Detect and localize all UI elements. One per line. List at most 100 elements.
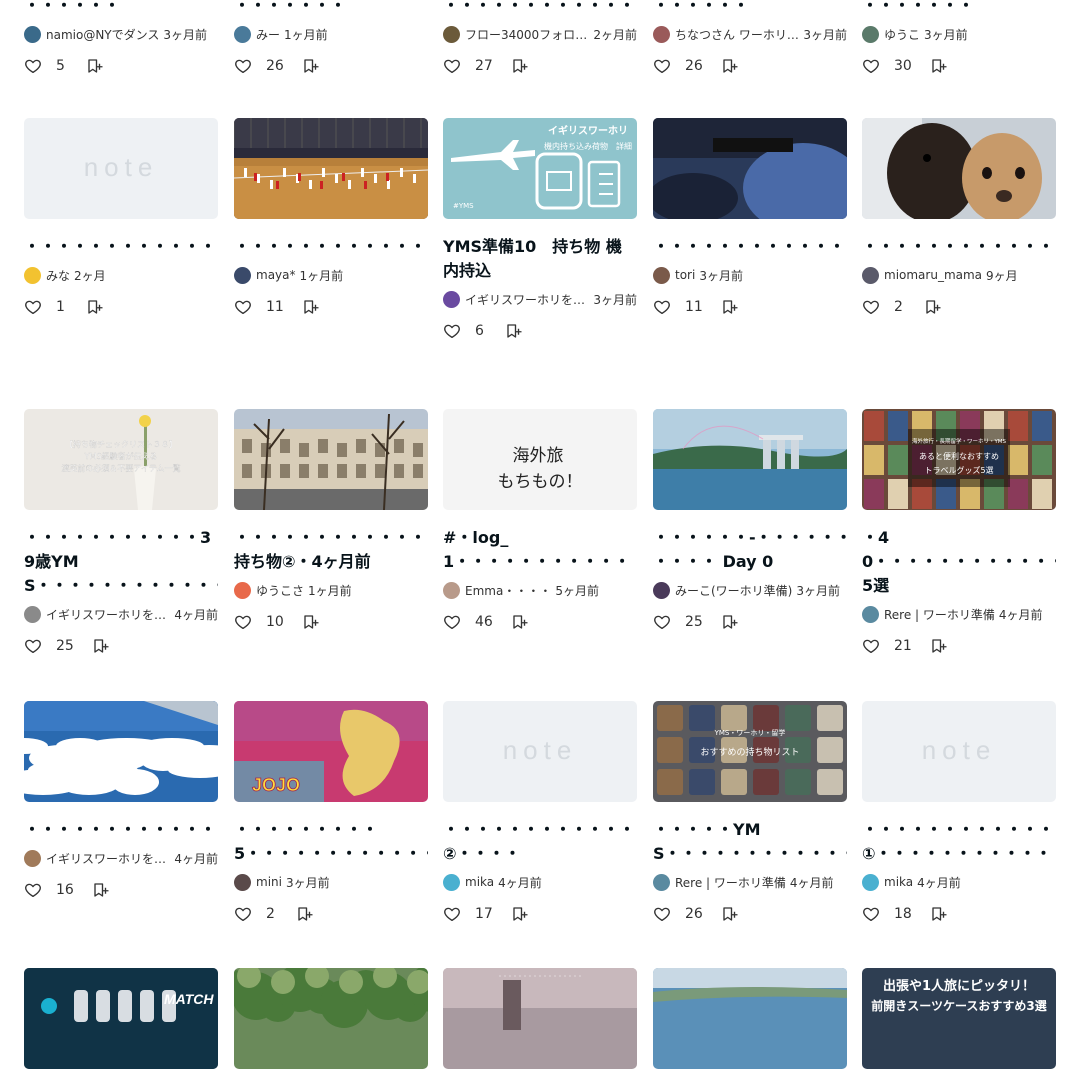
author-avatar[interactable] [653, 581, 670, 599]
article-card[interactable] [653, 968, 847, 1069]
like-heart-icon[interactable] [234, 298, 252, 316]
article-author[interactable]: ゆうこ 3ヶ月前 [862, 24, 1056, 44]
author-name[interactable]: miomaru_mama [884, 268, 982, 282]
article-author[interactable]: フロー34000フォロワーと一緒に旅行する 2ヶ月前 [443, 24, 637, 44]
article-card[interactable]: 【持ち物チェックリスト３８】 YMS経験者が伝える 渡英前の必須＆不要アイテム一… [24, 409, 218, 656]
author-name[interactable]: tori [675, 268, 695, 282]
add-to-magazine-icon[interactable] [92, 637, 110, 655]
article-card[interactable]: ・・・・・・・・・・・・・・・・・・・・・・持ち物②・4ヶ月前 ゆうこさ 1ヶ月… [234, 409, 428, 632]
article-title[interactable]: ・・・・・・・・・・・・・①・・・・・・・・・・・ [862, 818, 1056, 866]
author-avatar[interactable] [653, 25, 670, 43]
article-title[interactable]: ・・・・・・・・・5・・・・・・・・・・・・・・・・・ ・・・ [234, 818, 428, 866]
article-title[interactable]: ・・・・・・ [24, 0, 218, 18]
add-to-magazine-icon[interactable] [302, 57, 320, 75]
article-card[interactable]: ・・・・・・・・・・・・・・・・・ [443, 968, 637, 1069]
author-name[interactable]: Rere | ワーホリ準備 [884, 606, 995, 623]
author-avatar[interactable] [443, 290, 460, 308]
author-avatar[interactable] [234, 873, 251, 891]
add-to-magazine-icon[interactable] [721, 905, 739, 923]
like-heart-icon[interactable] [862, 637, 880, 655]
author-avatar[interactable] [234, 581, 251, 599]
article-card[interactable] [234, 968, 428, 1069]
article-card[interactable]: ・・・・・・・・・・・・・・・・・ イギリスワーホリをしている人の 4ヶ月前 1… [24, 701, 218, 900]
article-card[interactable]: ・・・・・・・・・・・・・・・・・・・・・・・・・・・・・・・・・・・・・・・・… [234, 118, 428, 317]
author-avatar[interactable] [24, 266, 41, 284]
article-thumbnail[interactable]: JOJO [234, 701, 428, 802]
like-heart-icon[interactable] [653, 905, 671, 923]
add-to-magazine-icon[interactable] [302, 298, 320, 316]
article-author[interactable]: みー 1ヶ月前 [234, 24, 428, 44]
article-card[interactable]: ・・・・・・・ ゆうこ 3ヶ月前 30 [862, 0, 1056, 76]
add-to-magazine-icon[interactable] [505, 322, 523, 340]
author-avatar[interactable] [862, 25, 879, 43]
article-title[interactable]: ・・・・・・・・・・・・・・・・・ [24, 818, 218, 842]
article-author[interactable]: イギリスワーホリをしているよ 3ヶ月前 [443, 289, 637, 309]
add-to-magazine-icon[interactable] [930, 905, 948, 923]
author-name[interactable]: mika [465, 875, 494, 889]
like-heart-icon[interactable] [443, 57, 461, 75]
article-author[interactable]: mika 4ヶ月前 [862, 872, 1056, 892]
article-card[interactable]: ・・・・・・ ちなつさん ワーホリ準備2年目 3ヶ月前 26 [653, 0, 847, 76]
author-name[interactable]: maya* [256, 268, 296, 282]
author-avatar[interactable] [862, 266, 879, 284]
author-name[interactable]: フロー34000フォロワーと一緒に旅行する [465, 26, 589, 43]
like-heart-icon[interactable] [234, 905, 252, 923]
like-heart-icon[interactable] [653, 57, 671, 75]
like-heart-icon[interactable] [443, 613, 461, 631]
article-card[interactable]: note ・・・・・・・・・・・・・・・・・・・・・・・・・・・・・ みな 2ヶ月… [24, 118, 218, 317]
author-avatar[interactable] [443, 581, 460, 599]
article-thumbnail[interactable]: YMS・ワーホリ・留学 おすすめの持ち物リスト [653, 701, 847, 802]
article-card[interactable]: 海外旅行・長期留学・ワーホリ・YMS あると便利なおすすめ トラベルグッズ5選・… [862, 409, 1056, 656]
article-author[interactable]: Emma・・・・ 5ヶ月前 [443, 580, 637, 600]
article-title[interactable]: #・log_1・・・・・・・・・・・ [443, 526, 637, 574]
author-avatar[interactable] [862, 605, 879, 623]
article-author[interactable]: みな 2ヶ月 [24, 265, 218, 285]
author-avatar[interactable] [653, 266, 670, 284]
add-to-magazine-icon[interactable] [511, 905, 529, 923]
article-card[interactable]: note ・・・・・・・・・・・・・・②・・・・ mika 4ヶ月前 17 [443, 701, 637, 924]
article-title[interactable]: ・・・・・・・ [234, 0, 428, 18]
article-thumbnail[interactable] [234, 409, 428, 510]
article-card[interactable]: ・・・・・・・・・・・・・・ tori 3ヶ月前 11 [653, 118, 847, 317]
article-thumbnail[interactable]: MATCH W [24, 968, 218, 1069]
article-author[interactable]: Rere | ワーホリ準備 4ヶ月前 [862, 604, 1056, 624]
article-thumbnail[interactable] [653, 118, 847, 219]
article-title[interactable]: ・・・・・・・ [862, 0, 1056, 18]
article-author[interactable]: イギリスワーホリをしている人の 4ヶ月前 [24, 848, 218, 868]
add-to-magazine-icon[interactable] [511, 613, 529, 631]
article-title[interactable]: ・・・・・・・・・・・・ [862, 235, 1056, 259]
author-name[interactable]: mini [256, 875, 282, 889]
article-thumbnail[interactable] [653, 968, 847, 1069]
like-heart-icon[interactable] [234, 613, 252, 631]
author-avatar[interactable] [862, 873, 879, 891]
author-avatar[interactable] [234, 266, 251, 284]
article-author[interactable]: ちなつさん ワーホリ準備2年目 3ヶ月前 [653, 24, 847, 44]
like-heart-icon[interactable] [862, 905, 880, 923]
article-card[interactable]: ・・・・・・ namio@NYでダンス 3ヶ月前 5 [24, 0, 218, 76]
article-thumbnail[interactable] [24, 701, 218, 802]
article-author[interactable]: mika 4ヶ月前 [443, 872, 637, 892]
article-author[interactable]: イギリスワーホリをしている人のYMS 4ヶ月前 [24, 604, 218, 624]
article-title[interactable]: ・・・・・・-・・・・・・ ・・・・ Day 0 [653, 526, 847, 574]
like-heart-icon[interactable] [443, 322, 461, 340]
article-author[interactable]: mini 3ヶ月前 [234, 872, 428, 892]
like-heart-icon[interactable] [862, 57, 880, 75]
article-title[interactable]: ・・・・・・・・・・・・・・・・・・・・・・・・・・・・・・・・・・・・・・・・… [234, 235, 428, 259]
author-avatar[interactable] [653, 873, 670, 891]
article-thumbnail[interactable]: イギリスワーホリ 機内持ち込み荷物 詳細 #YMS [443, 118, 637, 219]
article-title[interactable]: ・40・・・・・・・・・・・・・・・・・・・・・・・・・・・・・・・・・5選 [862, 526, 1056, 598]
article-title[interactable]: ・・・・・・ [653, 0, 847, 18]
author-name[interactable]: ゆうこ [884, 26, 920, 43]
article-card[interactable]: 出張や1人旅にピッタリ！ 前開きスーツケースおすすめ3選 [862, 968, 1056, 1069]
like-heart-icon[interactable] [653, 613, 671, 631]
like-heart-icon[interactable] [24, 637, 42, 655]
article-author[interactable]: tori 3ヶ月前 [653, 265, 847, 285]
author-name[interactable]: ちなつさん ワーホリ準備2年目 [675, 26, 799, 43]
article-title[interactable]: ・・・・・YMS・・・・・・・・・・・・・・・・・・・・・・ [653, 818, 847, 866]
author-name[interactable]: namio@NYでダンス [46, 26, 159, 43]
add-to-magazine-icon[interactable] [930, 57, 948, 75]
author-avatar[interactable] [443, 873, 460, 891]
article-author[interactable]: ゆうこさ 1ヶ月前 [234, 580, 428, 600]
add-to-magazine-icon[interactable] [721, 298, 739, 316]
article-author[interactable]: maya* 1ヶ月前 [234, 265, 428, 285]
